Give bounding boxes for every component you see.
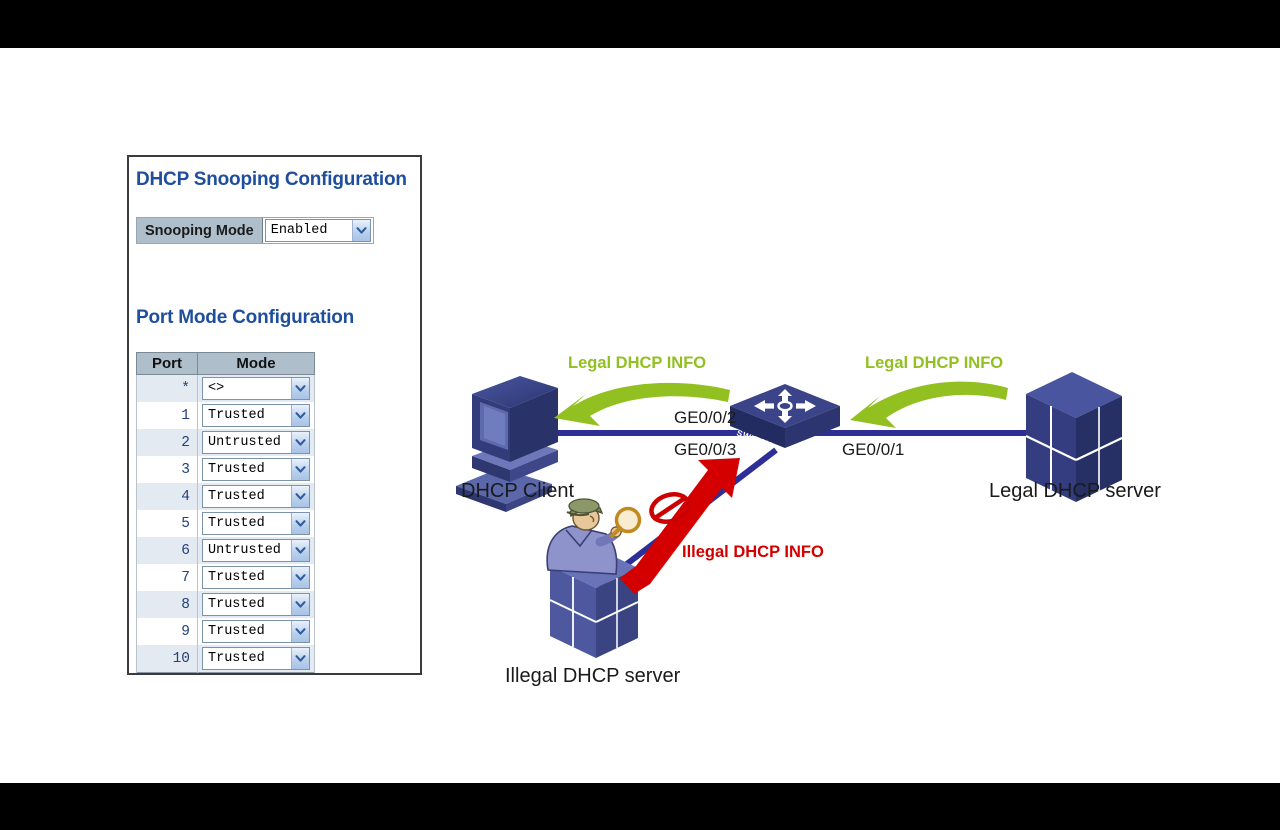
table-row: 8 Trusted <box>136 591 315 618</box>
cell-port-number: 6 <box>136 537 198 564</box>
cell-port-number: 3 <box>136 456 198 483</box>
cell-port-number: 1 <box>136 402 198 429</box>
port-mode-select[interactable]: Trusted <box>202 404 310 427</box>
port-mode-select[interactable]: Trusted <box>202 512 310 535</box>
port-mode-select-value: Trusted <box>208 570 265 585</box>
network-topology-diagram: SWITCH Legal DHCP INFO Legal DHCP INFO I… <box>440 298 1240 718</box>
chevron-down-icon[interactable] <box>291 621 309 642</box>
cell-port-number: 4 <box>136 483 198 510</box>
port-mode-table: Port Mode * <> 1 Trusted 2 Untrusted 3 Trusted 4… <box>136 352 315 673</box>
topology-graphics: SWITCH <box>456 372 1123 658</box>
port-mode-select[interactable]: Trusted <box>202 485 310 508</box>
chevron-down-icon[interactable] <box>291 567 309 588</box>
letterbox-bar-bottom <box>0 783 1280 830</box>
table-row: 10 Trusted <box>136 645 315 673</box>
cell-port-number: 7 <box>136 564 198 591</box>
cell-port-mode: Untrusted <box>197 429 315 456</box>
port-label-ge0-0-3: GE0/0/3 <box>674 440 737 459</box>
table-row: 1 Trusted <box>136 402 315 429</box>
table-row: 4 Trusted <box>136 483 315 510</box>
port-mode-select-value: Trusted <box>208 651 265 666</box>
flow-label-illegal: Illegal DHCP INFO <box>682 543 824 561</box>
port-mode-select[interactable]: Trusted <box>202 593 310 616</box>
table-row: 9 Trusted <box>136 618 315 645</box>
table-row: 2 Untrusted <box>136 429 315 456</box>
cell-port-number: * <box>136 374 198 402</box>
port-label-ge0-0-1: GE0/0/1 <box>842 440 905 459</box>
port-mode-select[interactable]: Untrusted <box>202 431 310 454</box>
port-mode-select-value: Trusted <box>208 408 265 423</box>
port-mode-select[interactable]: Untrusted <box>202 539 310 562</box>
port-mode-select-value: Untrusted <box>208 543 281 558</box>
chevron-down-icon[interactable] <box>291 432 309 453</box>
node-label-legal-dhcp-server: Legal DHCP server <box>989 480 1161 502</box>
page-title-dhcp-snooping-configuration: DHCP Snooping Configuration <box>136 169 407 190</box>
cell-port-mode: Trusted <box>197 564 315 591</box>
cell-port-mode: Trusted <box>197 618 315 645</box>
snooping-mode-row: Snooping Mode Enabled <box>136 217 374 244</box>
chevron-down-icon[interactable] <box>291 648 309 669</box>
table-row: 5 Trusted <box>136 510 315 537</box>
flow-label-legal-left: Legal DHCP INFO <box>568 354 707 372</box>
letterbox-bar-top <box>0 0 1280 48</box>
port-mode-select-value: Untrusted <box>208 435 281 450</box>
port-mode-select-value: Trusted <box>208 489 265 504</box>
cell-port-mode: Trusted <box>197 456 315 483</box>
switch-icon: SWITCH <box>730 384 840 450</box>
cell-port-mode: Trusted <box>197 402 315 429</box>
port-mode-select-value: Trusted <box>208 516 265 531</box>
port-mode-select-value: <> <box>208 381 225 396</box>
table-header-row: Port Mode <box>136 352 315 375</box>
chevron-down-icon[interactable] <box>291 405 309 426</box>
dhcp-snooping-configuration-panel: DHCP Snooping Configuration Snooping Mod… <box>127 155 422 675</box>
table-row: 3 Trusted <box>136 456 315 483</box>
column-header-port: Port <box>136 352 198 375</box>
table-row: * <> <box>136 374 315 402</box>
slide-canvas: DHCP Snooping Configuration Snooping Mod… <box>0 48 1280 783</box>
port-mode-select-value: Trusted <box>208 462 265 477</box>
cell-port-number: 9 <box>136 618 198 645</box>
port-mode-select[interactable]: Trusted <box>202 620 310 643</box>
cell-port-mode: Trusted <box>197 483 315 510</box>
port-mode-select-value: Trusted <box>208 597 265 612</box>
cell-port-mode: Trusted <box>197 591 315 618</box>
chevron-down-icon[interactable] <box>291 459 309 480</box>
port-mode-select[interactable]: Trusted <box>202 566 310 589</box>
port-mode-select[interactable]: <> <box>202 377 310 400</box>
table-row: 6 Untrusted <box>136 537 315 564</box>
cell-port-number: 10 <box>136 645 198 673</box>
chevron-down-icon[interactable] <box>291 486 309 507</box>
snooping-mode-select-value: Enabled <box>270 223 328 238</box>
snooping-mode-select[interactable]: Enabled <box>264 219 371 242</box>
port-mode-select[interactable]: Trusted <box>202 458 310 481</box>
chevron-down-icon[interactable] <box>291 540 309 561</box>
cell-port-number: 5 <box>136 510 198 537</box>
flow-label-legal-right: Legal DHCP INFO <box>865 354 1004 372</box>
cell-port-mode: Trusted <box>197 645 315 673</box>
chevron-down-icon[interactable] <box>291 594 309 615</box>
cell-port-number: 8 <box>136 591 198 618</box>
node-label-dhcp-client: DHCP Client <box>461 480 574 502</box>
node-label-illegal-dhcp-server: Illegal DHCP server <box>505 665 681 687</box>
chevron-down-icon[interactable] <box>291 378 309 399</box>
cell-port-number: 2 <box>136 429 198 456</box>
cell-port-mode: <> <box>197 374 315 402</box>
port-mode-select-value: Trusted <box>208 624 265 639</box>
section-title-port-mode-configuration: Port Mode Configuration <box>136 307 355 328</box>
snooping-mode-label: Snooping Mode <box>137 218 263 243</box>
column-header-mode: Mode <box>197 352 315 375</box>
port-mode-select[interactable]: Trusted <box>202 647 310 670</box>
table-row: 7 Trusted <box>136 564 315 591</box>
chevron-down-icon[interactable] <box>351 220 370 241</box>
legal-dhcp-arrow-right <box>850 381 1008 428</box>
cell-port-mode: Untrusted <box>197 537 315 564</box>
chevron-down-icon[interactable] <box>291 513 309 534</box>
cell-port-mode: Trusted <box>197 510 315 537</box>
port-label-ge0-0-2: GE0/0/2 <box>674 408 737 427</box>
